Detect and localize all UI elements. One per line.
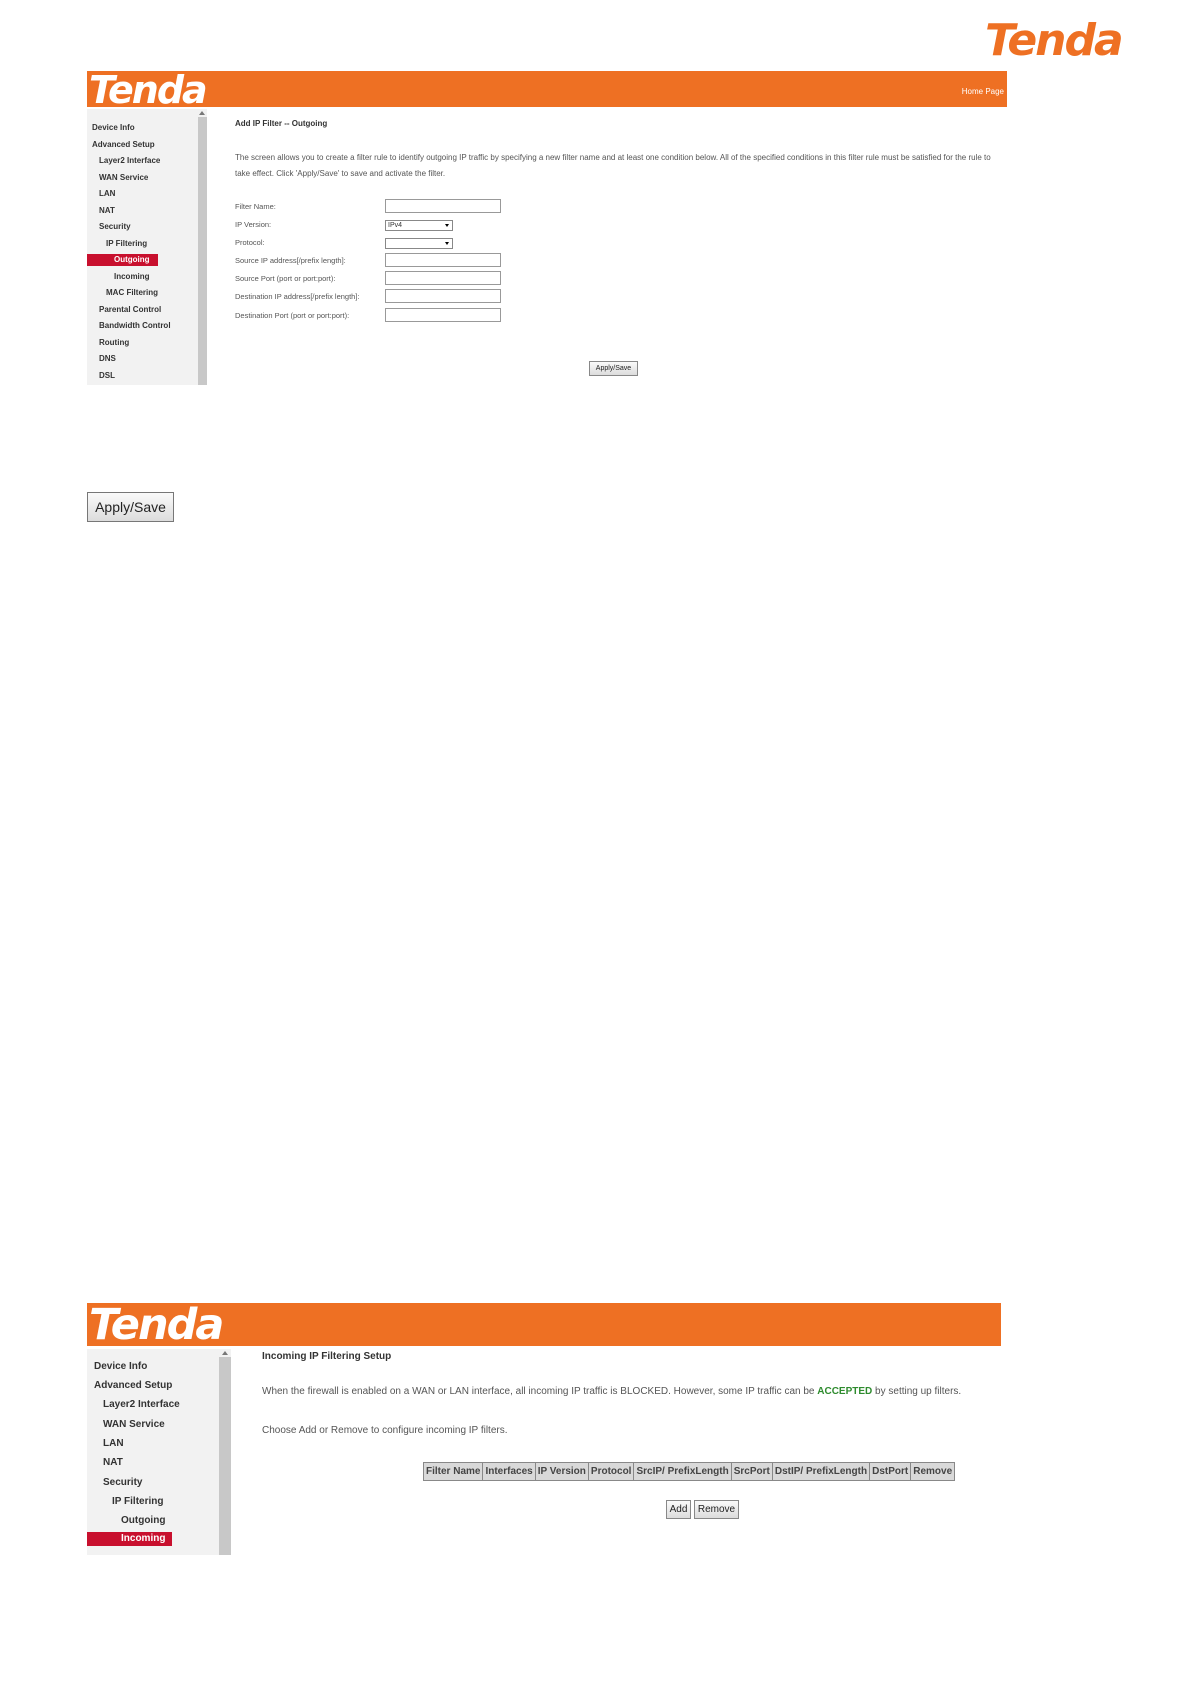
column-dst-ip: DstIP/ PrefixLength [771, 1462, 871, 1481]
sidebar-menu: Device Info Advanced Setup Layer2 Interf… [87, 1349, 231, 1555]
page-title: Incoming IP Filtering Setup [262, 1351, 392, 1362]
tenda-logo: Tenda [89, 1300, 224, 1350]
sidebar-item-wan-service[interactable]: WAN Service [99, 173, 148, 182]
source-port-label: Source Port (port or port:port): [235, 274, 336, 283]
sidebar-item-nat[interactable]: NAT [99, 206, 115, 215]
sidebar-scrollbar[interactable] [219, 1357, 231, 1555]
header-banner: Tenda [87, 1300, 1001, 1350]
sidebar-item-layer2-interface[interactable]: Layer2 Interface [99, 156, 160, 165]
source-ip-input[interactable] [385, 253, 501, 267]
sidebar-item-device-info[interactable]: Device Info [92, 123, 135, 132]
remove-button[interactable]: Remove [694, 1500, 739, 1519]
destination-ip-label: Destination IP address[/prefix length]: [235, 292, 360, 301]
instruction-text: Choose Add or Remove to configure incomi… [262, 1425, 508, 1436]
source-ip-label: Source IP address[/prefix length]: [235, 256, 346, 265]
ip-version-value: IPv4 [388, 222, 403, 229]
sidebar-item-advanced-setup[interactable]: Advanced Setup [94, 1380, 172, 1391]
sidebar-item-layer2-interface[interactable]: Layer2 Interface [103, 1399, 180, 1410]
sidebar-item-ip-filtering[interactable]: IP Filtering [112, 1496, 164, 1507]
protocol-select[interactable] [385, 238, 453, 249]
column-ip-version: IP Version [534, 1462, 589, 1481]
sidebar-item-advanced-setup[interactable]: Advanced Setup [92, 140, 155, 149]
sidebar-item-parental-control[interactable]: Parental Control [99, 305, 161, 314]
destination-port-label: Destination Port (port or port:port): [235, 311, 350, 320]
page-title: Add IP Filter -- Outgoing [235, 119, 328, 128]
sidebar-item-routing[interactable]: Routing [99, 338, 129, 347]
sidebar-item-ip-filtering[interactable]: IP Filtering [106, 239, 147, 248]
destination-port-input[interactable] [385, 308, 501, 322]
filter-name-input[interactable] [385, 199, 501, 213]
sidebar-item-nat[interactable]: NAT [103, 1457, 123, 1468]
tenda-page-logo: Tenda [985, 15, 1124, 66]
source-port-input[interactable] [385, 271, 501, 285]
ip-version-label: IP Version: [235, 220, 272, 229]
firewall-description-text: When the firewall is enabled on a WAN or… [262, 1386, 818, 1397]
column-protocol: Protocol [587, 1462, 635, 1481]
column-filter-name: Filter Name [422, 1462, 484, 1481]
sidebar-item-outgoing[interactable]: Outgoing [87, 254, 158, 266]
column-remove: Remove [910, 1462, 956, 1481]
apply-save-button[interactable]: Apply/Save [589, 361, 638, 376]
scroll-up-arrow-icon[interactable] [222, 1351, 228, 1355]
sidebar-item-mac-filtering[interactable]: MAC Filtering [106, 288, 158, 297]
column-src-port: SrcPort [730, 1462, 773, 1481]
sidebar-item-bandwidth-control[interactable]: Bandwidth Control [99, 321, 171, 330]
column-interfaces: Interfaces [482, 1462, 536, 1481]
page-description: The screen allows you to create a filter… [235, 153, 991, 178]
home-page-link[interactable]: Home Page [962, 87, 1004, 96]
protocol-label: Protocol: [235, 238, 265, 247]
incoming-filter-screenshot: Tenda Device Info Advanced Setup Layer2 … [87, 1303, 1001, 1555]
ip-version-select[interactable]: IPv4 [385, 220, 453, 231]
add-button[interactable]: Add [666, 1500, 691, 1519]
tenda-logo: Tenda [89, 68, 208, 112]
incoming-filters-table: Filter Name Interfaces IP Version Protoc… [422, 1462, 956, 1481]
column-src-ip: SrcIP/ PrefixLength [633, 1462, 732, 1481]
dropdown-arrow-icon [445, 224, 449, 227]
dropdown-arrow-icon [445, 242, 449, 245]
header-banner: Tenda Home Page [87, 68, 1007, 112]
sidebar-menu: Device Info Advanced Setup Layer2 Interf… [87, 109, 207, 385]
column-dst-port: DstPort [869, 1462, 912, 1481]
destination-ip-input[interactable] [385, 289, 501, 303]
sidebar-item-incoming[interactable]: Incoming [114, 272, 150, 281]
outgoing-filter-screenshot: Tenda Home Page Device Info Advanced Set… [87, 71, 1007, 385]
scroll-up-arrow-icon[interactable] [199, 111, 205, 115]
sidebar-item-incoming-label: Incoming [121, 1533, 166, 1544]
apply-save-button-large: Apply/Save [87, 492, 174, 522]
sidebar-item-outgoing-label: Outgoing [114, 255, 150, 264]
filter-name-label: Filter Name: [235, 202, 276, 211]
sidebar-item-dns[interactable]: DNS [99, 354, 116, 363]
accepted-keyword: ACCEPTED [817, 1386, 873, 1397]
sidebar-item-lan[interactable]: LAN [99, 189, 115, 198]
sidebar-item-dsl[interactable]: DSL [99, 371, 115, 380]
firewall-description-tail: by setting up filters. [872, 1386, 962, 1397]
sidebar-item-wan-service[interactable]: WAN Service [103, 1419, 165, 1430]
sidebar-item-device-info[interactable]: Device Info [94, 1361, 147, 1372]
sidebar-item-security[interactable]: Security [103, 1477, 142, 1488]
sidebar-item-security[interactable]: Security [99, 222, 131, 231]
table-header-row: Filter Name Interfaces IP Version Protoc… [422, 1462, 956, 1481]
sidebar-item-lan[interactable]: LAN [103, 1438, 124, 1449]
sidebar-item-incoming[interactable]: Incoming [87, 1532, 172, 1546]
sidebar-scrollbar[interactable] [198, 117, 207, 385]
firewall-description: When the firewall is enabled on a WAN or… [262, 1385, 961, 1399]
sidebar-item-outgoing[interactable]: Outgoing [121, 1515, 165, 1526]
